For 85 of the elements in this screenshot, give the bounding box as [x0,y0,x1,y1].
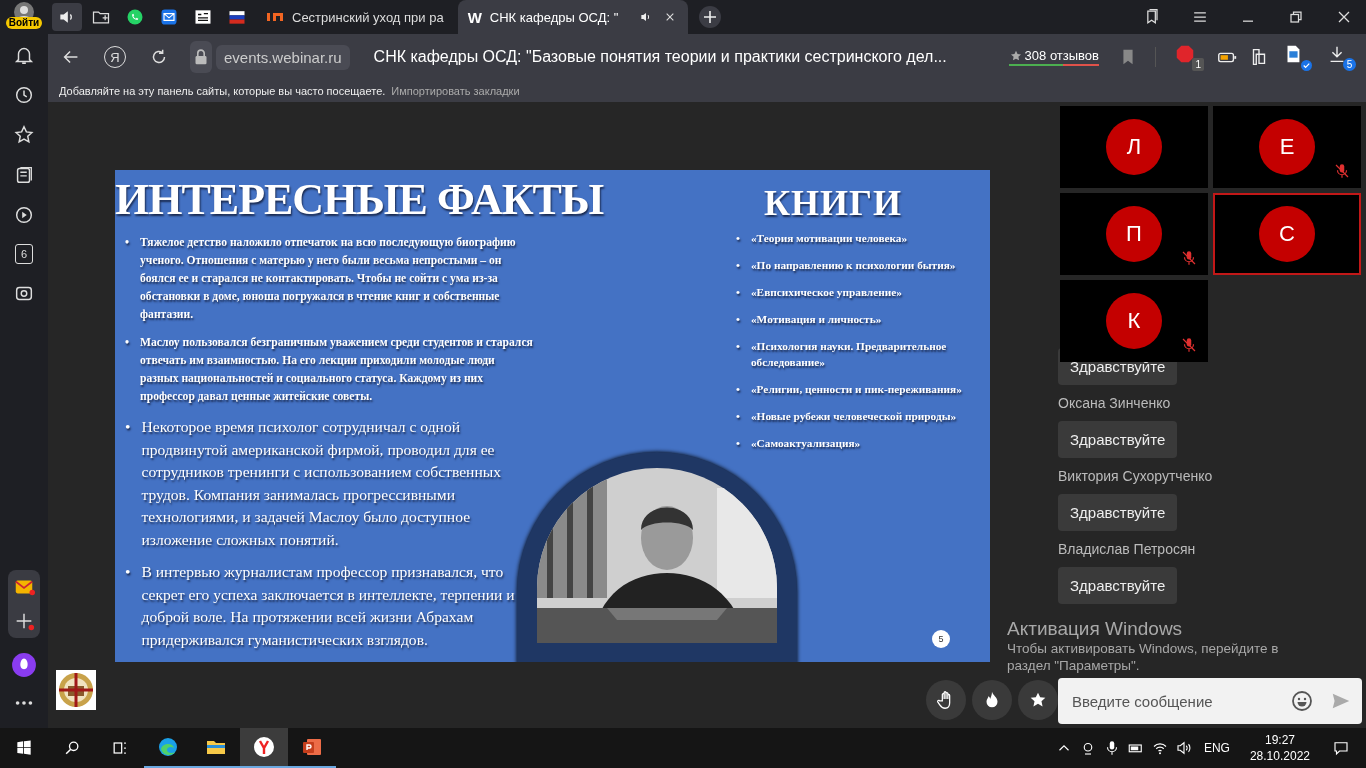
reaction-button[interactable] [926,680,966,720]
message-author: Виктория Сухорутченко [1058,467,1213,486]
video-tile[interactable]: Л [1060,106,1208,188]
play-icon[interactable] [13,204,35,226]
message-bubble: Здравствуйте [1058,567,1178,604]
message-author: Владислав Петросян [1058,540,1196,559]
count-badge: 1 [1192,58,1204,71]
profile-button[interactable]: Войти [5,2,43,32]
message-bubble: Здравствуйте [1058,494,1178,531]
volume-icon[interactable] [1174,739,1193,757]
message-input[interactable]: Введите сообщение [1070,691,1280,711]
video-tile[interactable]: К [1060,280,1208,362]
message-author: Оксана Зинченко [1058,394,1171,413]
video-tile[interactable]: Е [1213,106,1361,188]
fact-paragraph: Маслоу пользовался безграничным уважением среди студентов и старался отвечать им взаимностью. На его лекции приходили молодые люди разных национальностей и социального статуса. Каждому из них профессор давал ценные житейские советы. [140,335,534,405]
message-field[interactable]: Введите сообщение [1058,678,1362,724]
book-item: «Религии, ценности и пик-переживания» [750,382,963,397]
avatar-initial: Е [1259,119,1315,175]
page-number: 5 [932,630,950,648]
reviews-button[interactable]: 308 отзывов [1008,48,1099,66]
bullet: • [736,436,741,451]
bullet: • [125,235,131,251]
books-heading: КНИГИ [764,182,903,224]
book-item: «Мотивация и личность» [750,312,883,327]
page-title: СНК кафедры ОСД: "Базовые понятия теории и практики сестринского дел... [373,48,947,66]
reaction-button[interactable] [1018,680,1058,720]
reaction-button[interactable] [972,680,1012,720]
assistant-icon[interactable] [11,652,37,678]
book-item: «Психология науки. Предварительное обследование» [750,339,948,370]
clock-icon[interactable] [13,84,35,106]
book-item: «Самоактуализация» [750,436,862,451]
notifications-icon[interactable] [1332,739,1350,757]
book-item: «По направлению к психологии бытия» [750,258,957,273]
bullet: • [736,339,741,354]
avatar-initial: П [1106,206,1162,262]
downloads-button[interactable]: 5 [1326,43,1356,71]
emblem-icon [56,670,96,710]
browser-tab[interactable]: Сестринский уход при ра [256,0,454,34]
check-badge-icon [1301,60,1312,71]
lock-icon[interactable] [190,41,212,73]
activation-title: Активация Windows [1007,618,1183,640]
stop-sign-icon [1174,43,1196,65]
bullet: • [736,409,741,424]
taskbar-app[interactable] [240,728,288,768]
avatar-initial: С [1259,206,1315,262]
login-label: Войти [5,17,43,29]
book-item: «Новые рубежи человеческой природы» [750,409,958,424]
slide-title: ИНТЕРЕСНЫЕ ФАКТЫ [115,174,605,226]
bookmarks-hint: Добавляйте на эту панель сайты, которые вы часто посещаете. [59,85,386,97]
adblock-extension[interactable]: 1 [1174,43,1204,71]
book-item: «Евпсихическое управление» [750,285,903,300]
bullet: • [736,285,741,300]
newspaper-icon [193,7,213,27]
smiley-icon[interactable] [1290,689,1314,713]
counter-badge[interactable]: 6 [15,244,33,264]
fact-paragraph: Тяжелое детство наложило отпечаток на всю последующую биографию ученого. Отношения с матерью у него были весьма непростыми – он боялся ее и старался не контактировать. Чтобы не сойти с ума из-за обстановки в доме, юноша погружался в чтение книг и собственные фантазии. [140,235,517,323]
import-bookmarks-link[interactable]: Импортировать закладки [391,85,520,97]
new-tab-icon[interactable] [697,5,722,29]
bullet: • [125,335,131,351]
avatar-initial: Л [1106,119,1162,175]
bullet: • [736,258,741,273]
avatar-initial: К [1106,293,1162,349]
browser-tab[interactable]: W СНК кафедры ОСД: " [457,0,688,34]
video-tile[interactable]: П [1060,193,1208,275]
wave-logo-icon [156,735,180,759]
activation-text: Чтобы активировать Windows, перейдите в раздел "Параметры". [1007,640,1280,674]
star-icon[interactable] [13,124,35,146]
book-item: «Теория мотивации человека» [750,231,909,246]
bullet: • [125,417,132,437]
site-logo-icon [266,12,284,22]
browser-logo-icon [252,735,276,759]
chat-bubble-icon [125,7,145,27]
fact-paragraph: Некоторое время психолог сотрудничал с одной продвинутой американской фирмой, проводил для ее сотрудников тренинги с использованием собственных трудов. Компания занималась прогрессивными технологиями, и задачей Маслоу было доступное изложение сложных понятий. [141,417,503,550]
clock[interactable]: 19:27 28.10.2022 [1249,732,1310,764]
bullet: • [125,562,132,582]
bullet: • [736,312,741,327]
message-bubble: Здравствуйте [1058,421,1178,458]
language-indicator[interactable]: ENG [1203,741,1230,755]
bullet: • [736,231,741,246]
bullet: • [736,382,741,397]
count-badge: 5 [1343,58,1356,71]
fact-paragraph: В интервью журналистам профессор признавался, что секрет его успеха заключается в интеллекте, терпении и доброй воле. На протяжении всей жизни Абрахам придерживался гуманистических взглядов. [141,562,516,650]
envelope-icon [159,7,179,27]
video-tile[interactable]: С [1213,193,1361,275]
pinned-tab[interactable] [52,3,82,31]
